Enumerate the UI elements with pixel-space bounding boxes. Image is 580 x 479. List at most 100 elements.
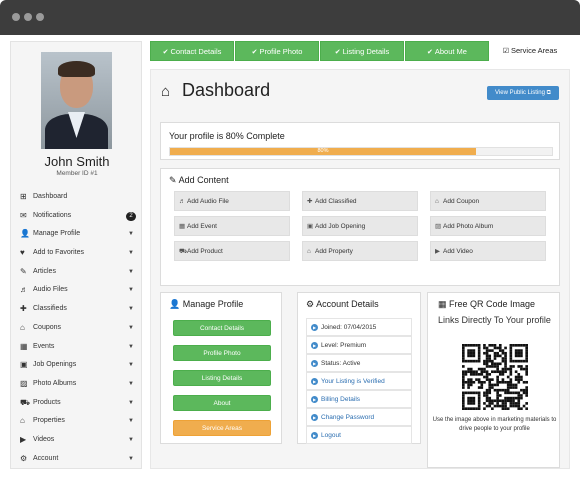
sidebar-item-articles[interactable]: ✎ Articles ▼ [11,263,143,282]
sidebar-nav: ⊞ Dashboard ✉ Notifications 2 👤 Manage Profile… [11,188,143,468]
sidebar-item-classifieds[interactable]: ✚ Classifieds ▼ [11,300,143,319]
manage-about-button[interactable]: About [173,395,271,411]
account-row[interactable]: ▶ Your Listing is Verified [306,372,412,390]
account-row[interactable]: ▶ Logout [306,426,412,444]
add-property-button[interactable]: ⌂ Add Property [302,241,418,261]
caret-down-icon: ▼ [128,231,134,238]
add-event-button[interactable]: ▦ Add Event [174,216,290,236]
add-product-button[interactable]: ⛟Add Product [174,241,290,261]
sidebar-item-account[interactable]: ⚙ Account ▼ [11,450,143,469]
button-label: Add Job Opening [315,223,366,230]
check-icon: ✔ [427,49,433,56]
tab-label: Service Areas [511,46,558,55]
tab-service-areas[interactable]: ☑ Service Areas [490,41,570,61]
sidebar-item-label: Events [33,342,55,350]
tab-label: About Me [434,47,467,56]
checkbox-icon: ☑ [502,48,509,55]
sidebar-item-properties[interactable]: ⌂ Properties ▼ [11,412,143,431]
profile-progress-panel: Your profile is 80% Complete 80% [160,122,560,160]
manage-profile-panel: 👤 Manage Profile Contact Details Profile … [160,292,282,444]
account-row[interactable]: ▶ Change Password [306,408,412,426]
cart-icon: ⛟ [179,248,188,255]
tab-contact-details[interactable]: ✔ Contact Details [150,41,234,61]
caret-down-icon: ▼ [128,268,134,275]
home-icon: ⌂ [307,248,311,255]
sidebar-item-dashboard[interactable]: ⊞ Dashboard [11,188,143,207]
account-details-panel: ⚙ Account Details ▶ Joined: 07/04/2015 ▶ Le… [297,292,421,444]
tab-listing-details[interactable]: ✔ Listing Details [320,41,404,61]
member-name: John Smith [44,154,110,169]
account-row-label: Level: Premium [321,342,367,349]
account-row: ▶ Status: Active [306,354,412,372]
sidebar-item-photo-albums[interactable]: ▨ Photo Albums ▼ [11,375,143,394]
tag-icon: ⌂ [435,198,439,205]
manage-profile-photo-button[interactable]: Profile Photo [173,345,271,361]
home-icon: ⌂ [20,416,25,426]
window-dot-icon [24,13,32,21]
sidebar-item-coupons[interactable]: ⌂ Coupons ▼ [11,319,143,338]
account-row-label: Logout [321,432,341,439]
sidebar-item-label: Dashboard [33,193,68,200]
account-row[interactable]: ▶ Billing Details [306,390,412,408]
pencil-icon: ✎ [20,266,27,276]
tab-label: Profile Photo [259,47,303,56]
calendar-icon: ▦ [20,341,28,351]
sidebar-item-label: Manage Profile [33,230,81,238]
sidebar-item-label: Account [33,454,59,462]
account-row-label: Joined: 07/04/2015 [321,324,377,331]
qr-heading: Links Directly To Your profile [438,315,551,325]
sidebar-item-label: Properties [33,417,65,425]
circle-arrow-icon: ▶ [311,396,318,403]
sidebar-item-videos[interactable]: ▶ Videos ▼ [11,431,143,450]
audio-icon: ♬ [20,285,28,295]
caret-down-icon: ▼ [128,380,134,387]
button-label: Add Property [315,248,353,255]
sidebar-item-products[interactable]: ⛟ Products ▼ [11,394,143,413]
window-dot-icon [12,13,20,21]
sidebar-item-label: Products [33,398,61,406]
add-classified-button[interactable]: ✚ Add Classified [302,191,418,211]
tab-profile-photo[interactable]: ✔ Profile Photo [235,41,319,61]
video-icon: ▶ [20,434,27,444]
briefcase-icon: ▣ [20,360,28,370]
qr-code-panel: ▦ Free QR Code Image Links Directly To Y… [427,292,560,468]
qr-code-image[interactable] [462,344,528,410]
caret-down-icon: ▼ [128,455,134,462]
account-row: ▶ Joined: 07/04/2015 [306,318,412,336]
sidebar-item-label: Notifications [33,211,72,219]
sidebar-item-audio-files[interactable]: ♬ Audio Files ▼ [11,281,143,300]
caret-down-icon: ▼ [128,324,134,331]
sidebar-item-add-to-favorites[interactable]: ♥ Add to Favorites ▼ [11,244,143,263]
sidebar-item-manage-profile[interactable]: 👤 Manage Profile ▼ [11,225,143,244]
account-row-label: Billing Details [321,396,361,403]
add-photo-album-button[interactable]: ▨ Add Photo Album [430,216,546,236]
add-video-button[interactable]: ▶ Add Video [430,241,546,261]
tag-icon: ⌂ [20,322,25,332]
caret-down-icon: ▼ [128,399,134,406]
button-label: Add Event [187,223,217,230]
circle-arrow-icon: ▶ [311,378,318,385]
profile-tabs: ✔ Contact Details ✔ Profile Photo ✔ Listing… [150,41,570,61]
sidebar-item-label: Job Openings [33,361,77,369]
sidebar-item-notifications[interactable]: ✉ Notifications 2 [11,207,143,226]
sidebar-item-events[interactable]: ▦ Events ▼ [11,338,143,357]
qr-note: Use the image above in marketing materia… [432,417,557,432]
add-audio-file-button[interactable]: ♬ Add Audio File [174,191,290,211]
tab-label: Contact Details [170,47,222,56]
sidebar-item-label: Add to Favorites [33,249,84,257]
account-row-label: Status: Active [321,360,361,367]
sidebar-item-job-openings[interactable]: ▣ Job Openings ▼ [11,356,143,375]
add-job-opening-button[interactable]: ▣ Add Job Opening [302,216,418,236]
caret-down-icon: ▼ [128,250,134,257]
manage-service-areas-button[interactable]: Service Areas [173,420,271,436]
manage-listing-details-button[interactable]: Listing Details [173,370,271,386]
manage-profile-title: 👤 Manage Profile [169,299,243,310]
view-public-listing-button[interactable]: View Public Listing ⧉ [487,86,559,100]
panel-title-text: Manage Profile [182,299,244,309]
heart-icon: ♥ [20,248,25,258]
manage-contact-details-button[interactable]: Contact Details [173,320,271,336]
user-icon: 👤 [20,229,30,239]
add-coupon-button[interactable]: ⌂ Add Coupon [430,191,546,211]
tab-about-me[interactable]: ✔ About Me [405,41,489,61]
button-label: Add Classified [315,198,357,205]
